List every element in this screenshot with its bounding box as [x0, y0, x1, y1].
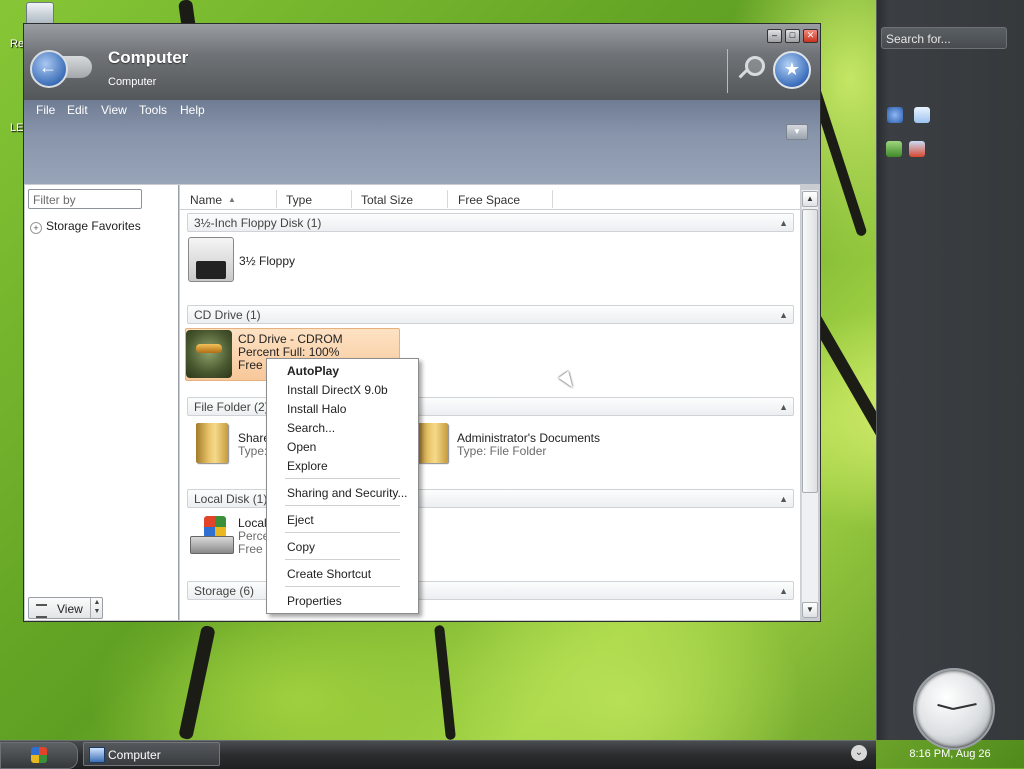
context-create-shortcut[interactable]: Create Shortcut: [287, 567, 371, 581]
windows-logo-icon: [31, 747, 47, 763]
context-autoplay[interactable]: AutoPlay: [287, 364, 339, 378]
scrollbar-thumb[interactable]: [802, 209, 818, 493]
group-header-label: CD Drive (1): [194, 308, 261, 322]
menu-help[interactable]: Help: [180, 103, 205, 117]
context-separator: [285, 532, 400, 533]
minimize-button[interactable]: –: [767, 29, 782, 43]
context-separator: [285, 586, 400, 587]
network-icon[interactable]: [909, 141, 925, 157]
spinner-icon[interactable]: ▲ ▼: [90, 598, 103, 618]
cd-drive-icon[interactable]: [186, 330, 232, 378]
filter-input[interactable]: Filter by: [28, 189, 142, 209]
context-copy[interactable]: Copy: [287, 540, 315, 554]
maximize-button[interactable]: □: [785, 29, 800, 43]
shared-folder-type: Type:: [238, 444, 268, 458]
desktop-shortcut-label: LE: [10, 122, 24, 134]
menu-view[interactable]: View: [101, 103, 127, 117]
toolbar-divider: [727, 49, 728, 93]
floppy-disk-icon[interactable]: [188, 237, 234, 282]
search-icon[interactable]: [737, 54, 765, 80]
context-separator: [285, 505, 400, 506]
hard-drive-icon[interactable]: [188, 516, 234, 556]
recycle-bin-label: Re: [10, 38, 25, 50]
globe-icon[interactable]: [887, 107, 903, 123]
window-subtitle: Computer: [108, 76, 157, 88]
view-button[interactable]: View ▲ ▼: [28, 597, 103, 619]
cube-icon[interactable]: [914, 107, 930, 123]
group-header-label: 3½-Inch Floppy Disk (1): [194, 216, 322, 230]
column-divider: [351, 190, 352, 208]
group-header-label: Storage (6): [194, 584, 255, 598]
column-free-space[interactable]: Free Space: [458, 193, 520, 207]
group-header-floppy[interactable]: 3½-Inch Floppy Disk (1) ▲: [187, 213, 794, 232]
column-type[interactable]: Type: [286, 193, 312, 207]
context-search[interactable]: Search...: [287, 421, 335, 435]
back-button[interactable]: ←: [30, 50, 68, 88]
menu-edit[interactable]: Edit: [67, 103, 88, 117]
sidebar-search-input[interactable]: Search for...: [881, 27, 1007, 49]
context-install-halo[interactable]: Install Halo: [287, 402, 346, 416]
context-eject[interactable]: Eject: [287, 513, 314, 527]
column-name[interactable]: Name: [190, 193, 222, 207]
context-explore[interactable]: Explore: [287, 459, 328, 473]
folder-icon[interactable]: [416, 423, 448, 463]
close-button[interactable]: ✕: [803, 29, 818, 43]
collapse-icon: ▲: [779, 218, 788, 228]
admin-docs-type: Type: File Folder: [457, 444, 547, 458]
start-button[interactable]: [0, 742, 78, 769]
explorer-window: ← Computer Computer – □ ✕ ★ File Edit Vi…: [23, 23, 821, 622]
column-total-size[interactable]: Total Size: [361, 193, 413, 207]
column-divider: [552, 190, 553, 208]
collapse-icon: ▲: [779, 494, 788, 504]
floppy-label[interactable]: 3½ Floppy: [239, 255, 295, 268]
taskbar-item-label: Computer: [108, 748, 161, 762]
view-button-label: View: [57, 602, 83, 616]
storage-favorites-label: Storage Favorites: [46, 219, 141, 233]
clock-gadget[interactable]: [913, 668, 995, 750]
context-open[interactable]: Open: [287, 440, 316, 454]
taskbar-item-computer[interactable]: Computer: [83, 742, 220, 766]
navigation-pane: [25, 185, 179, 620]
menu-tools[interactable]: Tools: [139, 103, 167, 117]
context-properties[interactable]: Properties: [287, 594, 342, 608]
clock-minute-hand: [952, 703, 977, 710]
scroll-up-icon[interactable]: ▲: [802, 191, 818, 207]
star-icon[interactable]: ★: [773, 51, 811, 89]
group-header-cd[interactable]: CD Drive (1) ▲: [187, 305, 794, 324]
tool-icon[interactable]: [886, 141, 902, 157]
clock-time-text: 8:16 PM, Aug 26: [909, 748, 991, 760]
clock-hour-hand: [937, 703, 954, 710]
context-install-directx[interactable]: Install DirectX 9.0b: [287, 383, 388, 397]
context-separator: [285, 478, 400, 479]
menu-file[interactable]: File: [36, 103, 55, 117]
list-view-icon: [36, 604, 47, 618]
window-title: Computer: [108, 48, 189, 67]
arrow-left-icon: ←: [39, 57, 57, 77]
collapse-icon: ▲: [779, 586, 788, 596]
sort-up-icon: ▲: [228, 195, 236, 204]
collapse-icon: ▲: [779, 402, 788, 412]
chevron-down-icon[interactable]: ⌄: [851, 745, 867, 761]
collapse-icon: ▲: [779, 310, 788, 320]
column-divider: [447, 190, 448, 208]
column-divider: [276, 190, 277, 208]
computer-icon: [89, 747, 105, 763]
group-header-label: Local Disk (1): [194, 492, 268, 506]
expand-icon: +: [30, 222, 42, 234]
storage-favorites-item[interactable]: + Storage Favorites: [30, 219, 141, 234]
scroll-down-icon[interactable]: ▼: [802, 602, 818, 618]
pin-icon[interactable]: ▼: [786, 124, 808, 140]
context-sharing-security[interactable]: Sharing and Security...: [287, 486, 408, 500]
group-header-label: File Folder (2): [194, 400, 269, 414]
folder-icon[interactable]: [196, 423, 228, 463]
context-separator: [285, 559, 400, 560]
